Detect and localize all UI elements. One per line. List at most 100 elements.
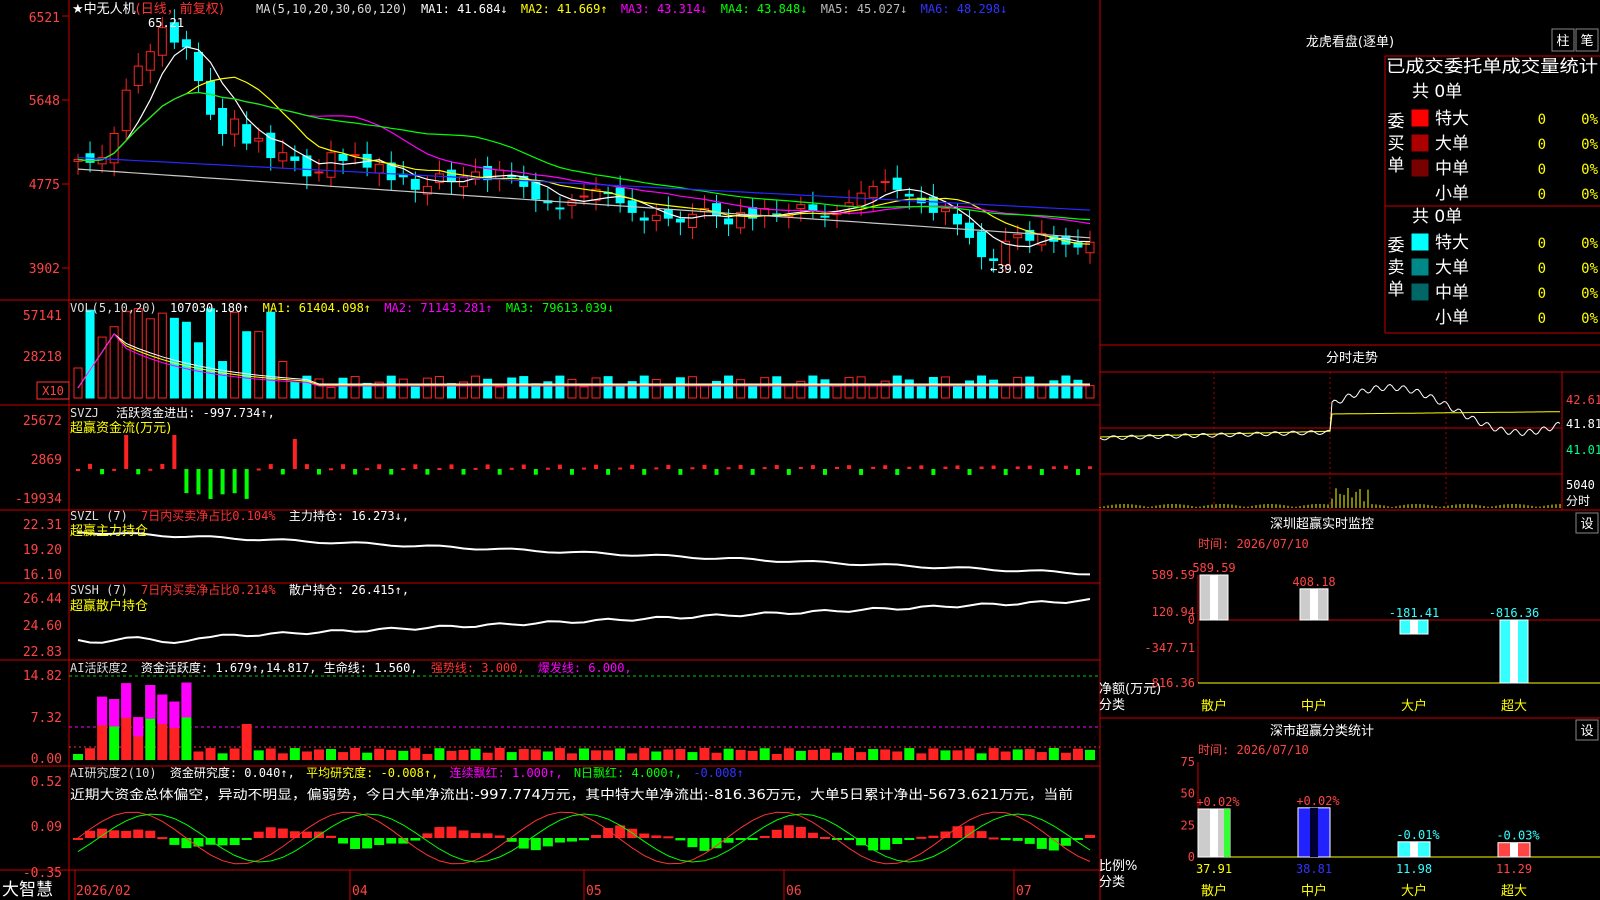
ai-active-bar[interactable]: [410, 748, 421, 760]
ai-active-bar[interactable]: [687, 752, 698, 760]
svzj-bar[interactable]: [341, 464, 346, 469]
ai-active-bar[interactable]: [217, 753, 228, 760]
candle-body[interactable]: [374, 163, 384, 174]
ai-research-bar[interactable]: [277, 828, 288, 838]
svzj-bar[interactable]: [533, 469, 538, 475]
ai-active-bar[interactable]: [940, 750, 951, 760]
volume-bar[interactable]: [290, 381, 300, 399]
svzj-bar[interactable]: [268, 464, 273, 469]
svzj-bar[interactable]: [353, 469, 358, 475]
ai-active-bar[interactable]: [241, 724, 252, 760]
svzj-bar[interactable]: [497, 469, 502, 475]
candle-body[interactable]: [338, 153, 348, 161]
ai-active-bar[interactable]: [795, 750, 806, 760]
ai-research-bar[interactable]: [1036, 838, 1047, 849]
svzj-bar[interactable]: [955, 465, 960, 469]
ai-active-bar[interactable]: [699, 748, 710, 760]
volume-bar[interactable]: [1061, 375, 1071, 399]
ai-research-bar[interactable]: [639, 833, 650, 838]
ai-active-bar[interactable]: [313, 749, 324, 760]
ai-active-bar[interactable]: [301, 751, 312, 760]
ai-activity-bars[interactable]: [69, 675, 1100, 760]
svzj-bar[interactable]: [967, 469, 972, 475]
svzj-bar[interactable]: [606, 469, 611, 475]
svzj-bar[interactable]: [449, 464, 454, 469]
candle-body[interactable]: [290, 156, 300, 161]
ai-active-bar[interactable]: [976, 753, 987, 760]
ai-research-bar[interactable]: [880, 838, 891, 850]
svzj-bar[interactable]: [991, 465, 996, 469]
ai-active-bar[interactable]: [892, 751, 903, 760]
ai-research-bar[interactable]: [819, 836, 830, 839]
candle-body[interactable]: [868, 185, 878, 199]
ai-research-bar[interactable]: [157, 837, 168, 840]
svzj-bar[interactable]: [895, 469, 900, 475]
ai-research-bar[interactable]: [386, 838, 397, 844]
svzj-bar[interactable]: [292, 439, 297, 469]
ai-research-bar[interactable]: [217, 838, 228, 846]
volume-bar[interactable]: [675, 377, 685, 399]
ai-research-bar[interactable]: [193, 838, 204, 847]
ai-active-bar[interactable]: [374, 748, 385, 760]
ai-research-bar[interactable]: [868, 838, 879, 851]
svzj-bar[interactable]: [798, 467, 803, 470]
ai-active-bar[interactable]: [277, 753, 288, 760]
candle-body[interactable]: [639, 217, 649, 221]
volume-bar[interactable]: [1013, 376, 1023, 399]
svzj-bar[interactable]: [401, 468, 406, 471]
svzj-bar[interactable]: [437, 467, 442, 470]
svzj-bar[interactable]: [76, 469, 80, 471]
candle-body[interactable]: [820, 215, 830, 218]
svzj-bar[interactable]: [907, 466, 912, 469]
ai-active-bar[interactable]: [807, 749, 818, 760]
ai-active-bar[interactable]: [747, 750, 758, 760]
ai-research-bar[interactable]: [735, 838, 746, 840]
volume-bar[interactable]: [1073, 379, 1083, 399]
volume-bar[interactable]: [169, 317, 179, 399]
ai-research-bar[interactable]: [434, 827, 445, 838]
svzj-bar[interactable]: [871, 466, 876, 469]
ai-research-bar[interactable]: [928, 835, 939, 838]
ai-active-bar[interactable]: [591, 750, 602, 760]
svzj-bar[interactable]: [786, 469, 791, 475]
ai-research-bar[interactable]: [482, 833, 493, 838]
ai-research-bar[interactable]: [807, 832, 818, 838]
ai-research-bar[interactable]: [940, 831, 951, 838]
volume-bar[interactable]: [989, 379, 999, 399]
ai-research-bar[interactable]: [675, 838, 686, 841]
ai-research-bar[interactable]: [350, 838, 361, 849]
candle-body[interactable]: [206, 80, 216, 115]
candle-body[interactable]: [977, 231, 987, 258]
ai-research-bar[interactable]: [530, 838, 541, 851]
svzj-bar[interactable]: [316, 469, 321, 475]
svzj-bar[interactable]: [100, 469, 105, 475]
candle-body[interactable]: [157, 27, 167, 56]
svzj-bar[interactable]: [220, 469, 225, 495]
volume-bar[interactable]: [639, 375, 649, 399]
ai-active-bar[interactable]: [73, 754, 83, 760]
ai-active-bar[interactable]: [603, 750, 614, 760]
svzj-bar[interactable]: [618, 467, 623, 470]
ai-active-bar[interactable]: [458, 749, 469, 760]
svzj-bar[interactable]: [654, 467, 659, 470]
ai-active-bar[interactable]: [265, 748, 276, 760]
volume-bar[interactable]: [916, 385, 926, 399]
svzj-bar[interactable]: [473, 467, 478, 470]
candle-body[interactable]: [218, 107, 228, 134]
ai-active-bar[interactable]: [783, 748, 794, 760]
svzj-bar[interactable]: [750, 469, 755, 475]
ai-research-bar[interactable]: [422, 833, 433, 838]
candle-body[interactable]: [278, 152, 288, 162]
volume-bar[interactable]: [471, 375, 481, 399]
svzj-bar[interactable]: [232, 469, 237, 494]
candle-body[interactable]: [856, 192, 866, 207]
ai-active-bar[interactable]: [663, 749, 674, 760]
svzj-bar[interactable]: [521, 464, 526, 469]
svzj-bar[interactable]: [943, 466, 948, 469]
svzj-bar[interactable]: [461, 469, 466, 475]
ai-active-bar[interactable]: [1060, 752, 1071, 760]
volume-bar[interactable]: [904, 379, 914, 399]
ai-active-bar[interactable]: [362, 752, 373, 760]
candle-body[interactable]: [410, 178, 420, 190]
candle-body[interactable]: [808, 204, 818, 211]
